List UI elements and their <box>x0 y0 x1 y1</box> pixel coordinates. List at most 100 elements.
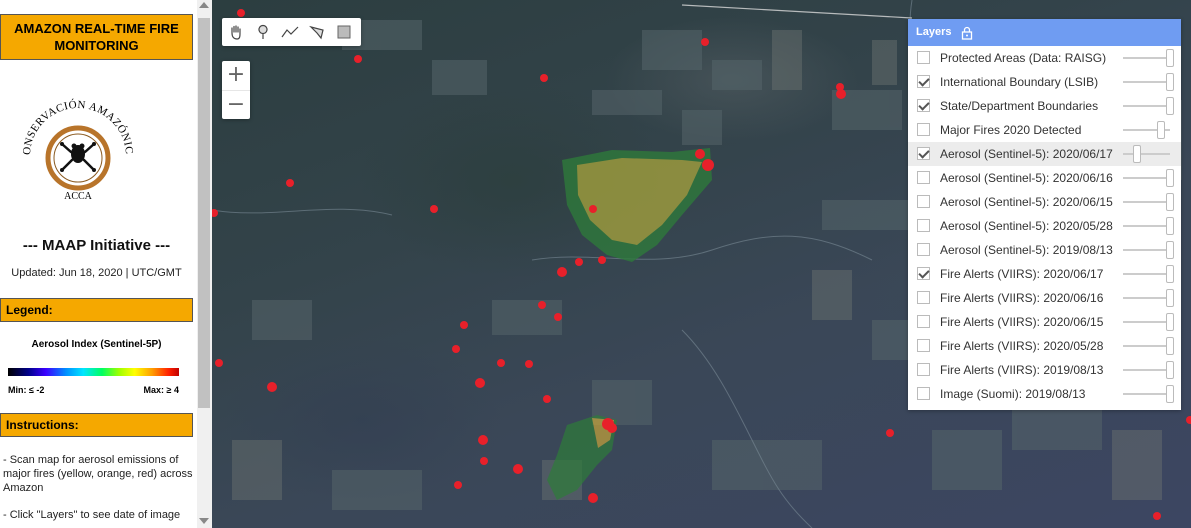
opacity-slider-track[interactable] <box>1123 105 1170 107</box>
layer-label: Protected Areas (Data: RAISG) <box>940 51 1107 65</box>
updated-timestamp: Updated: Jun 18, 2020 | UTC/GMT <box>11 267 182 279</box>
side-panel: AMAZON REAL-TIME FIRE MONITORING CONSERV… <box>0 0 197 528</box>
layer-row[interactable]: Aerosol (Sentinel-5): 2020/06/17 <box>908 142 1181 166</box>
layer-row[interactable]: Fire Alerts (VIIRS): 2020/05/28 <box>908 334 1181 358</box>
instruction-item: - Click "Layers" to see date of image <box>3 509 181 521</box>
zoom-in-button[interactable]: + <box>222 61 250 90</box>
opacity-slider-thumb[interactable] <box>1166 97 1174 115</box>
layer-checkbox[interactable] <box>917 171 930 184</box>
layer-row[interactable]: Image (Suomi): 2019/08/13 <box>908 382 1181 406</box>
scrollbar-thumb[interactable] <box>198 18 210 408</box>
layer-checkbox[interactable] <box>917 267 930 280</box>
rectangle-icon[interactable] <box>330 18 357 46</box>
opacity-slider-thumb[interactable] <box>1166 265 1174 283</box>
opacity-slider-track[interactable] <box>1123 201 1170 203</box>
layer-checkbox[interactable] <box>917 75 930 88</box>
layer-checkbox[interactable] <box>917 315 930 328</box>
layer-row[interactable]: Aerosol (Sentinel-5): 2019/08/13 <box>908 238 1181 262</box>
layer-checkbox[interactable] <box>917 123 930 136</box>
aerosol-plume <box>562 148 712 262</box>
layer-checkbox[interactable] <box>917 51 930 64</box>
layer-label: Major Fires 2020 Detected <box>940 123 1082 137</box>
layer-row[interactable]: Fire Alerts (VIIRS): 2019/08/13 <box>908 358 1181 382</box>
instructions-header: Instructions: <box>0 413 193 437</box>
opacity-slider-track[interactable] <box>1123 393 1170 395</box>
layer-row[interactable]: Aerosol (Sentinel-5): 2020/05/28 <box>908 214 1181 238</box>
layer-checkbox[interactable] <box>917 219 930 232</box>
opacity-slider-thumb[interactable] <box>1166 241 1174 259</box>
layer-row[interactable]: Fire Alerts (VIIRS): 2020/06/17 <box>908 262 1181 286</box>
layer-label: Image (Suomi): 2019/08/13 <box>940 387 1086 401</box>
opacity-slider-track[interactable] <box>1123 57 1170 59</box>
marker-icon[interactable] <box>249 18 276 46</box>
layer-checkbox[interactable] <box>917 243 930 256</box>
layer-row[interactable]: Major Fires 2020 Detected <box>908 118 1181 142</box>
zoom-out-button[interactable]: − <box>222 90 250 120</box>
layers-header[interactable]: Layers <box>908 19 1181 46</box>
opacity-slider-track[interactable] <box>1123 273 1170 275</box>
opacity-slider-thumb[interactable] <box>1166 385 1174 403</box>
opacity-slider-thumb[interactable] <box>1166 361 1174 379</box>
layer-checkbox[interactable] <box>917 363 930 376</box>
layer-label: Fire Alerts (VIIRS): 2020/06/15 <box>940 315 1104 329</box>
aerosol-color-ramp <box>8 368 179 376</box>
layer-row[interactable]: Aerosol (Sentinel-5): 2020/06/16 <box>908 166 1181 190</box>
layer-checkbox[interactable] <box>917 339 930 352</box>
drawing-toolbar <box>222 18 361 46</box>
polygon-icon[interactable] <box>303 18 330 46</box>
opacity-slider-track[interactable] <box>1123 153 1170 155</box>
opacity-slider-track[interactable] <box>1123 249 1170 251</box>
layer-label: Fire Alerts (VIIRS): 2020/06/17 <box>940 267 1104 281</box>
layer-list: Protected Areas (Data: RAISG) Internation… <box>908 46 1181 406</box>
opacity-slider-thumb[interactable] <box>1166 313 1174 331</box>
layer-row[interactable]: Aerosol (Sentinel-5): 2020/06/15 <box>908 190 1181 214</box>
layer-label: Fire Alerts (VIIRS): 2020/05/28 <box>940 339 1104 353</box>
layer-row[interactable]: Protected Areas (Data: RAISG) <box>908 46 1181 70</box>
opacity-slider-track[interactable] <box>1123 177 1170 179</box>
layer-checkbox[interactable] <box>917 147 930 160</box>
legend-header: Legend: <box>0 298 193 322</box>
opacity-slider-thumb[interactable] <box>1166 73 1174 91</box>
layer-label: Aerosol (Sentinel-5): 2020/05/28 <box>940 219 1113 233</box>
opacity-slider-track[interactable] <box>1123 321 1170 323</box>
opacity-slider-thumb[interactable] <box>1166 337 1174 355</box>
layer-row[interactable]: State/Department Boundaries <box>908 94 1181 118</box>
legend-max-label: Max: ≥ 4 <box>143 385 179 395</box>
hand-icon[interactable] <box>222 18 249 46</box>
layer-label: Aerosol (Sentinel-5): 2020/06/15 <box>940 195 1113 209</box>
opacity-slider-track[interactable] <box>1123 225 1170 227</box>
instruction-item: - Scan map for aerosol emissions of majo… <box>3 454 193 494</box>
scroll-down-arrow-icon[interactable] <box>199 518 209 524</box>
opacity-slider-thumb[interactable] <box>1166 49 1174 67</box>
lock-icon[interactable] <box>961 26 973 40</box>
layer-checkbox[interactable] <box>917 387 930 400</box>
layer-row[interactable]: Fire Alerts (VIIRS): 2020/06/16 <box>908 286 1181 310</box>
opacity-slider-thumb[interactable] <box>1166 217 1174 235</box>
layer-checkbox[interactable] <box>917 99 930 112</box>
svg-text:ACCA: ACCA <box>64 191 93 202</box>
zoom-control: + − <box>222 61 250 119</box>
scroll-up-arrow-icon[interactable] <box>199 2 209 8</box>
line-icon[interactable] <box>276 18 303 46</box>
opacity-slider-thumb[interactable] <box>1133 145 1142 163</box>
opacity-slider-track[interactable] <box>1123 369 1170 371</box>
opacity-slider-track[interactable] <box>1123 81 1170 83</box>
opacity-slider-thumb[interactable] <box>1166 289 1174 307</box>
instructions-text: - Scan map for aerosol emissions of majo… <box>3 453 193 528</box>
opacity-slider-track[interactable] <box>1123 345 1170 347</box>
layer-label: Aerosol (Sentinel-5): 2019/08/13 <box>940 243 1113 257</box>
opacity-slider-track[interactable] <box>1123 297 1170 299</box>
initiative-title: --- MAAP Initiative --- <box>22 237 171 254</box>
layer-checkbox[interactable] <box>917 195 930 208</box>
layers-title: Layers <box>916 26 952 38</box>
layer-checkbox[interactable] <box>917 291 930 304</box>
opacity-slider-thumb[interactable] <box>1166 193 1174 211</box>
opacity-slider-thumb[interactable] <box>1166 169 1174 187</box>
app-title: AMAZON REAL-TIME FIRE MONITORING <box>0 14 193 60</box>
layer-label: Fire Alerts (VIIRS): 2020/06/16 <box>940 291 1104 305</box>
layer-row[interactable]: Fire Alerts (VIIRS): 2020/06/15 <box>908 310 1181 334</box>
opacity-slider-thumb[interactable] <box>1156 121 1165 139</box>
layer-label: State/Department Boundaries <box>940 99 1099 113</box>
layer-label: Fire Alerts (VIIRS): 2019/08/13 <box>940 363 1104 377</box>
layer-row[interactable]: International Boundary (LSIB) <box>908 70 1181 94</box>
